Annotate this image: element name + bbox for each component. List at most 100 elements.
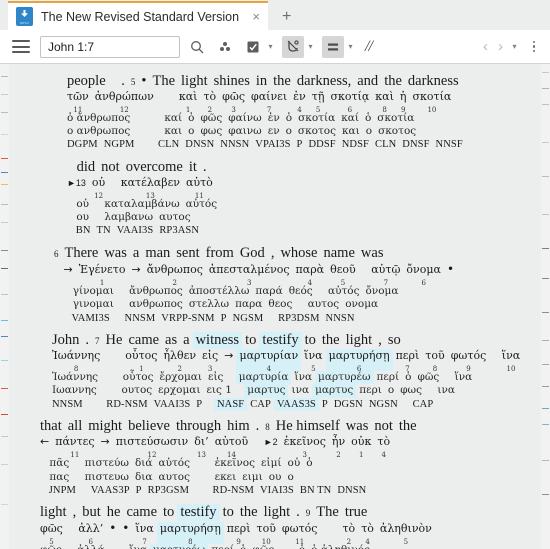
interlinear-cell[interactable]: NNSM	[122, 312, 159, 326]
interlinear-cell[interactable]: πιστεύω	[82, 457, 132, 470]
greek-word[interactable]: μαρτυρήσῃ 6	[325, 348, 393, 373]
interlinear-cell[interactable]: RP3ASN	[156, 224, 202, 238]
interlinear-cell[interactable]: σκοτία	[374, 112, 417, 125]
interlinear-cell[interactable]	[425, 384, 434, 397]
interlinear-cell[interactable]: Ιωαννης	[49, 384, 100, 397]
greek-word[interactable]: οὐ 12	[89, 176, 108, 200]
greek-word[interactable]: ἵνα 7	[132, 522, 156, 546]
interlinear-cell[interactable]	[64, 198, 73, 211]
interlinear-cell[interactable]	[72, 471, 81, 484]
interlinear-cell[interactable]: πᾶς	[46, 457, 72, 470]
interlinear-cell[interactable]: καί	[161, 112, 185, 125]
english-word[interactable]: light	[178, 73, 211, 90]
verse-number[interactable]: 7	[92, 336, 103, 346]
greek-word[interactable]	[251, 435, 261, 449]
interlinear-cell[interactable]: πιστευω	[82, 471, 132, 484]
english-word[interactable]: believe	[125, 418, 173, 435]
english-word[interactable]: ,	[375, 332, 385, 349]
english-word[interactable]: that	[37, 418, 65, 435]
interlinear-cell[interactable]	[373, 544, 382, 549]
interlinear-cell[interactable]: σκοτος	[295, 125, 339, 138]
greek-word[interactable]: Ἐγένετο 1	[76, 263, 129, 287]
greek-word[interactable]	[51, 263, 61, 277]
english-word[interactable]: The	[313, 504, 342, 521]
interlinear-cell[interactable]: και	[161, 125, 185, 138]
interlinear-cell[interactable]: NDSF	[339, 138, 372, 152]
interlinear-cell[interactable]: RP3DSM	[275, 312, 322, 326]
interlinear-cell[interactable]: RD-NSM	[103, 398, 150, 412]
english-word[interactable]: name	[321, 245, 358, 262]
english-word[interactable]: whose	[277, 245, 320, 262]
interlinear-cell[interactable]: λαμβανω	[101, 211, 156, 224]
interlinear-cell[interactable]: δια	[132, 471, 156, 484]
english-word[interactable]: came	[125, 332, 162, 349]
english-word[interactable]: sent	[173, 245, 202, 262]
greek-word[interactable]: φῶς 5	[37, 522, 66, 546]
interlinear-cell[interactable]: ο	[284, 471, 296, 484]
interlinear-cell[interactable]: μαρτυς	[312, 384, 357, 398]
interlinear-cell[interactable]	[133, 125, 142, 138]
interlinear-cell[interactable]	[138, 138, 147, 152]
interlinear-cell[interactable]: NNSF	[433, 138, 466, 152]
interlinear-cell[interactable]	[442, 371, 451, 384]
greek-word[interactable]	[157, 90, 167, 104]
interlinear-cell[interactable]	[60, 312, 69, 326]
left-minimap-scrollbar[interactable]	[0, 64, 9, 549]
interlinear-cell[interactable]	[117, 544, 126, 549]
interlinear-cell[interactable]: P	[133, 484, 145, 498]
greek-word[interactable]: ἦλθεν 2	[160, 349, 199, 373]
visual-filter-dropdown-caret[interactable]: ▾	[305, 36, 316, 58]
english-word[interactable]: ,	[70, 504, 80, 521]
english-word[interactable]: the	[270, 73, 294, 90]
greek-word[interactable]: ἀλλ’ 6	[75, 522, 106, 546]
right-minimap-scrollbar[interactable]	[541, 64, 550, 549]
english-word[interactable]: to	[242, 332, 259, 349]
interlinear-cell[interactable]: ὁ	[362, 112, 374, 125]
interlinear-cell[interactable]: VRPP-SNM	[158, 312, 217, 326]
english-word[interactable]: testify	[177, 504, 220, 521]
english-word[interactable]: not	[371, 418, 396, 435]
english-word[interactable]: came	[123, 504, 160, 521]
verse-number[interactable]: 9	[303, 508, 314, 518]
greek-word[interactable]	[216, 176, 226, 190]
interlinear-cell[interactable]: εκει	[212, 471, 240, 484]
interlinear-cell[interactable]: VAAI3S	[114, 224, 157, 238]
interlinear-cell[interactable]	[146, 138, 155, 152]
greek-word[interactable]: περὶ 9	[224, 522, 254, 546]
arrow-icon[interactable]: →	[128, 263, 143, 277]
interlinear-cell[interactable]: μαρτυρία	[235, 371, 292, 385]
english-word[interactable]: light	[37, 504, 70, 521]
english-word[interactable]: darkness,	[294, 73, 354, 90]
interlinear-cell[interactable]: P	[218, 312, 230, 326]
interlinear-cell[interactable]: CLN	[155, 138, 182, 152]
interlinear-cell[interactable]	[143, 125, 152, 138]
visual-filter-icon[interactable]	[282, 35, 304, 58]
interlinear-cell[interactable]: θεος	[265, 298, 295, 311]
interlinear-cell[interactable]: BN TN	[297, 484, 335, 498]
interlinear-cell[interactable]: NGPM	[101, 138, 138, 152]
interlinear-cell[interactable]	[92, 211, 101, 224]
english-word[interactable]: testify	[259, 332, 302, 349]
english-word[interactable]: through	[173, 418, 224, 435]
english-word[interactable]: darkness	[405, 73, 462, 90]
greek-word[interactable]: ἀληθινὸν 5	[377, 522, 435, 546]
interlinear-cell[interactable]: φαινω	[225, 125, 265, 138]
greek-word[interactable]: τοῦ 8	[422, 349, 447, 373]
greek-word[interactable]: τὸ 4	[374, 435, 393, 459]
greek-word[interactable]	[108, 176, 118, 190]
english-word[interactable]: was	[343, 418, 372, 435]
interlinear-cell[interactable]: οὐ	[285, 457, 304, 470]
english-word[interactable]: and	[354, 73, 381, 90]
greek-word[interactable]: αὐτῷ 7	[368, 263, 403, 287]
english-word[interactable]: light	[261, 504, 294, 521]
greek-word[interactable]: ἀπεσταλμένος 3	[206, 263, 293, 287]
greek-word[interactable]: Ἰωάννης 8	[49, 349, 103, 373]
interlinear-cell[interactable]: πας	[46, 471, 72, 484]
interlinear-cell[interactable]: NNSM	[49, 398, 86, 412]
interlinear-cell[interactable]	[194, 211, 203, 224]
english-word[interactable]: was	[358, 245, 387, 262]
english-word[interactable]: the	[381, 73, 405, 90]
layout-dropdown-caret[interactable]: ▾	[345, 36, 356, 58]
english-word[interactable]: but	[79, 504, 104, 521]
interlinear-cell[interactable]: DDSF	[305, 138, 338, 152]
